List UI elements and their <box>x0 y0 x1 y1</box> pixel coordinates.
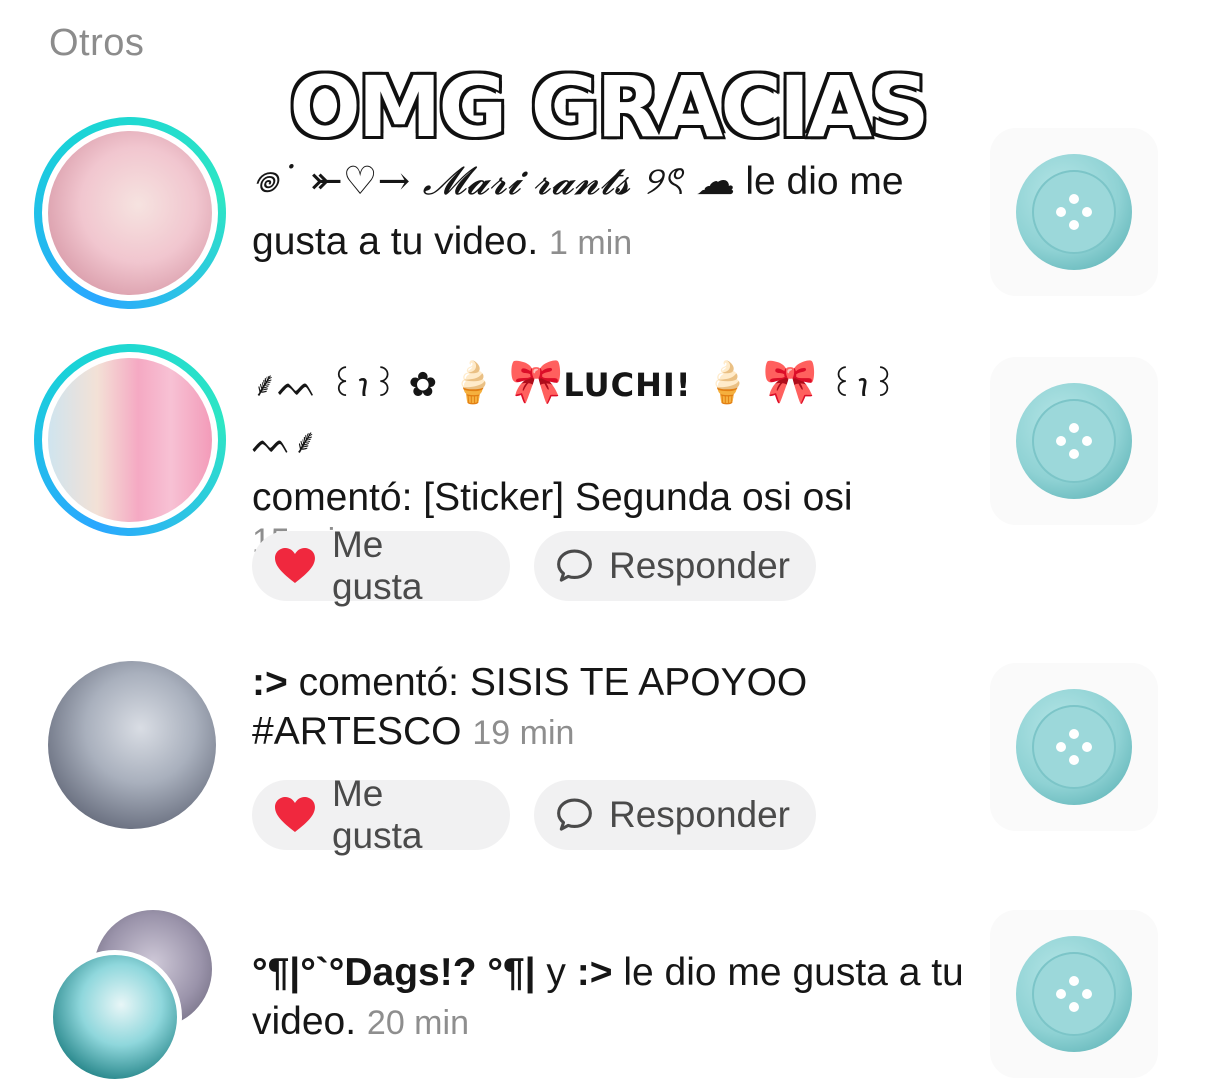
timestamp: 1 min <box>549 224 633 262</box>
comment-actions: Me gusta Responder <box>252 524 816 607</box>
ice-cream-icon: 🍦 <box>702 361 753 405</box>
avatar[interactable] <box>34 344 226 536</box>
reply-button[interactable]: Responder <box>534 531 816 601</box>
reply-label: Responder <box>608 794 790 835</box>
button-icon <box>1016 154 1132 270</box>
notification-action: comentó: [Sticker] Segunda osi osi <box>252 476 853 519</box>
like-label: Me gusta <box>331 524 423 607</box>
story-ring <box>34 344 226 536</box>
video-thumbnail[interactable] <box>990 910 1158 1078</box>
username-text: LUCHI! <box>563 366 692 404</box>
notification-row[interactable]: :> comentó: SISIS TE APOYOO #ARTESCO 19 … <box>0 640 1206 890</box>
like-button[interactable]: Me gusta <box>252 773 510 856</box>
reply-label: Responder <box>608 545 790 586</box>
avatar-group[interactable] <box>34 910 224 1084</box>
notification-text[interactable]: 𖦹˙ ⤜♡→ 𝓜𝓪𝓻𝓲 𝓻𝓪𝓷𝓽𝓼 ୨ৎ ☁ le dio me gusta a… <box>252 152 972 273</box>
video-thumbnail[interactable] <box>990 128 1158 296</box>
button-icon <box>1016 936 1132 1052</box>
speech-bubble-icon <box>557 798 592 831</box>
story-ring <box>34 117 226 309</box>
timestamp: 20 min <box>366 1004 469 1042</box>
avatar-image <box>48 950 182 1084</box>
bow-icon: 🎀 <box>508 357 564 406</box>
avatar-image <box>48 661 216 829</box>
video-thumbnail[interactable] <box>990 357 1158 525</box>
speech-bubble-icon <box>557 549 592 582</box>
button-icon <box>1016 383 1132 499</box>
heart-icon <box>274 797 315 832</box>
username[interactable]: :> <box>252 661 288 704</box>
reply-button[interactable]: Responder <box>534 780 816 850</box>
avatar[interactable] <box>34 661 216 829</box>
notification-text[interactable]: °¶|°`°Dags!? °¶| y :> le dio me gusta a … <box>252 948 972 1048</box>
username[interactable]: °¶|°`°Dags!? °¶| <box>252 951 536 994</box>
comment-actions: Me gusta Responder <box>252 773 816 856</box>
video-thumbnail[interactable] <box>990 663 1158 831</box>
button-icon <box>1016 689 1132 805</box>
avatar-image <box>48 131 212 295</box>
ice-cream-icon: 🍦 <box>447 361 498 405</box>
timestamp: 19 min <box>472 714 575 752</box>
notification-text[interactable]: :> comentó: SISIS TE APOYOO #ARTESCO 19 … <box>252 658 972 758</box>
username[interactable]: 𖦹˙ ⤜♡→ 𝓜𝓪𝓻𝓲 𝓻𝓪𝓷𝓽𝓼 ୨ৎ ☁ <box>252 159 734 204</box>
username-prefix: ⸙ᨓ ꒰ꪱ꒱ ✿ <box>252 365 438 405</box>
like-label: Me gusta <box>331 773 423 856</box>
like-button[interactable]: Me gusta <box>252 524 510 607</box>
username[interactable]: ⸙ᨓ ꒰ꪱ꒱ ✿ 🍦 🎀LUCHI! 🍦 🎀 ꒰ꪱ꒱ ᨓ⸙ <box>252 357 898 462</box>
avatar[interactable] <box>34 117 226 309</box>
notification-row[interactable]: 𖦹˙ ⤜♡→ 𝓜𝓪𝓻𝓲 𝓻𝓪𝓷𝓽𝓼 ୨ৎ ☁ le dio me gusta a… <box>0 0 1206 320</box>
avatar-image <box>48 358 212 522</box>
notification-row[interactable]: °¶|°`°Dags!? °¶| y :> le dio me gusta a … <box>0 900 1206 1084</box>
username[interactable]: :> <box>577 951 613 994</box>
notification-row[interactable]: ⸙ᨓ ꒰ꪱ꒱ ✿ 🍦 🎀LUCHI! 🍦 🎀 ꒰ꪱ꒱ ᨓ⸙ comentó: [… <box>0 330 1206 620</box>
heart-icon <box>274 548 315 583</box>
connector-text: y <box>535 951 577 994</box>
bow-icon: 🎀 <box>762 357 818 406</box>
